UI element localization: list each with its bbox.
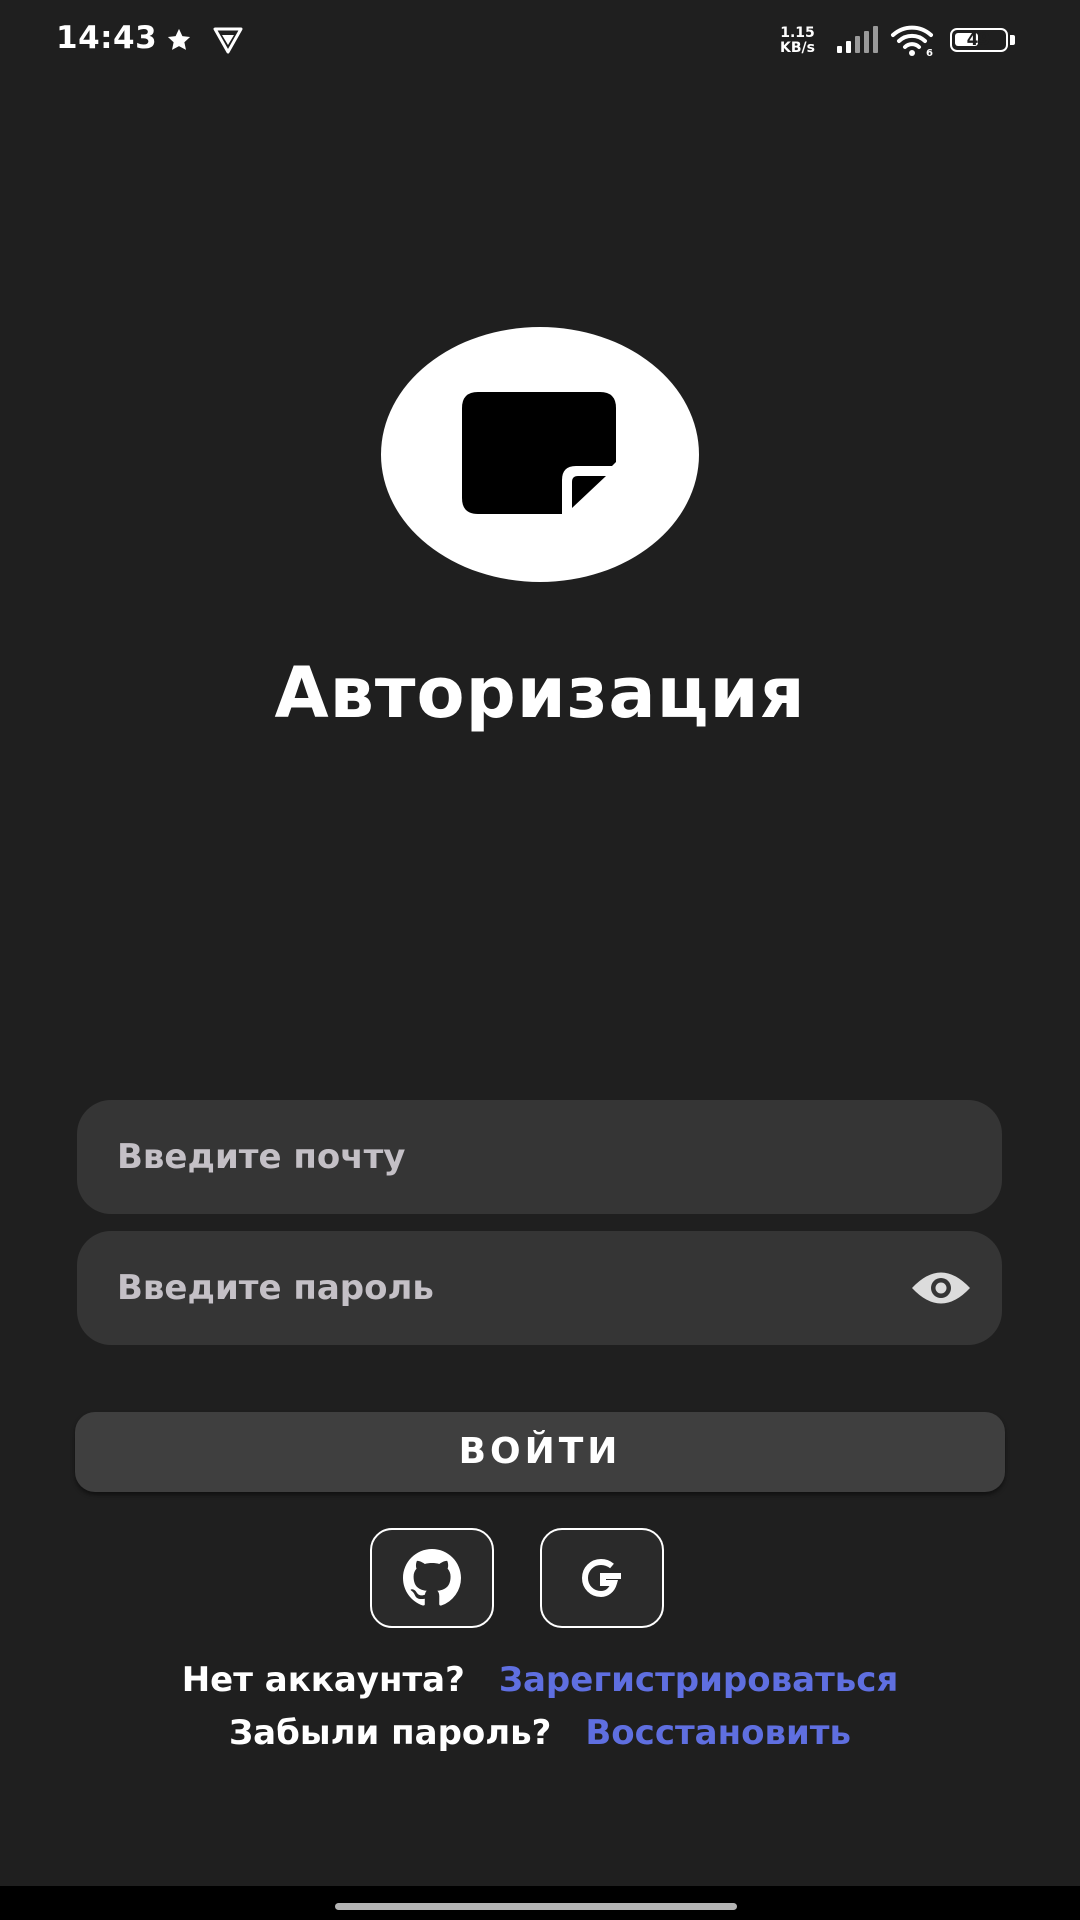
- wifi-icon: 6: [891, 25, 933, 56]
- forgot-password-label: Забыли пароль?: [228, 1713, 552, 1753]
- status-bar: 14:43 1.15 KB/s 6 49: [0, 0, 1080, 80]
- no-account-label: Нет аккаунта?: [181, 1660, 465, 1700]
- app-root: 14:43 1.15 KB/s 6 49 Авторизация Введите…: [0, 0, 1080, 1920]
- battery-icon: 49: [950, 28, 1008, 52]
- eye-icon[interactable]: [910, 1269, 972, 1307]
- vpn-icon: [213, 27, 243, 54]
- svg-text:6: 6: [926, 48, 933, 56]
- recover-row: Забыли пароль? Восстановить: [0, 1713, 1080, 1753]
- github-icon: [403, 1549, 461, 1606]
- network-speed-unit: KB/s: [780, 40, 815, 56]
- battery-tip: [1010, 35, 1015, 45]
- google-icon: [581, 1558, 621, 1598]
- google-login-button[interactable]: [540, 1528, 664, 1628]
- sticky-note-icon: [462, 392, 618, 518]
- login-button[interactable]: ВОЙТИ: [75, 1412, 1005, 1492]
- password-field-container: [77, 1231, 1002, 1345]
- page-title: Авторизация: [274, 652, 806, 734]
- network-speed: 1.15 KB/s: [780, 26, 815, 56]
- email-field-container: [77, 1100, 1002, 1214]
- battery-percentage: 49: [966, 30, 991, 50]
- recover-password-link[interactable]: Восстановить: [585, 1713, 851, 1753]
- network-speed-value: 1.15: [780, 25, 815, 41]
- signal-icon: [837, 26, 878, 53]
- register-link[interactable]: Зарегистрироваться: [499, 1660, 898, 1700]
- status-time: 14:43: [56, 20, 158, 56]
- email-field[interactable]: [117, 1100, 917, 1214]
- star-icon: [167, 28, 191, 50]
- home-indicator[interactable]: [335, 1903, 737, 1910]
- github-login-button[interactable]: [370, 1528, 494, 1628]
- password-field[interactable]: [117, 1231, 917, 1345]
- register-row: Нет аккаунта? Зарегистрироваться: [0, 1660, 1080, 1700]
